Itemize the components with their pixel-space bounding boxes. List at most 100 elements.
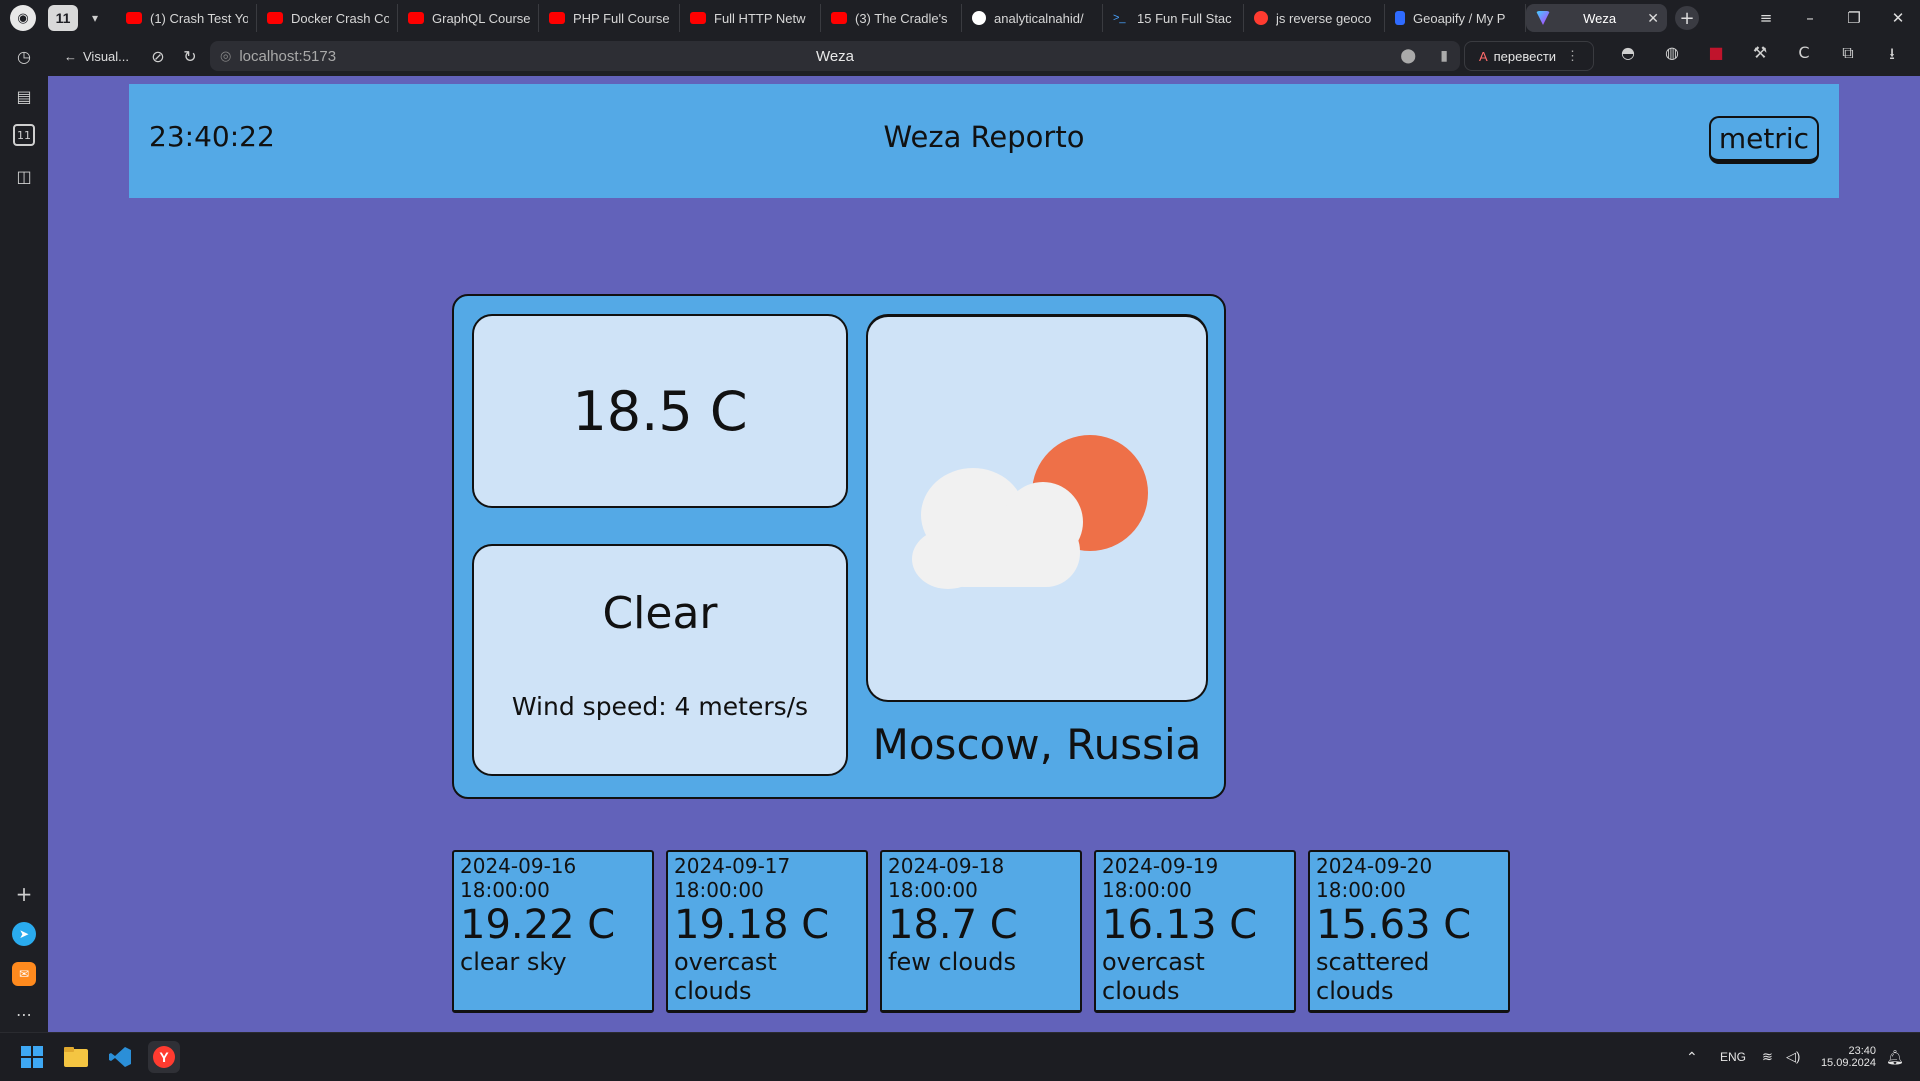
close-window-icon[interactable]: ✕ (1876, 9, 1920, 27)
weather-condition: Clear (602, 588, 718, 639)
forecast-temperature: 19.18 C (674, 902, 830, 948)
partly-cloudy-icon (912, 435, 1148, 589)
wifi-icon[interactable]: ≋ (1762, 1033, 1773, 1081)
forecast-time: 18:00:00 (674, 878, 764, 902)
mail-icon[interactable]: ✉ (12, 962, 36, 986)
browser-sidebar: ◷ ▤ 11 ◫ + ➤ ✉ ⋯ (0, 36, 48, 1032)
browser-tab[interactable]: Geoapify / My P (1385, 4, 1526, 32)
incognito-icon[interactable]: ◓ (1606, 43, 1650, 70)
os-taskbar: Y ⌃ ENG ≋ ◁) 23:40 15.09.2024 🔔︎ (0, 1032, 1920, 1081)
app-header: 23:40:22 Weza Reporto metric (129, 84, 1839, 198)
geoapify-icon (1395, 11, 1405, 25)
browser-tab-active[interactable]: Weza ✕ (1526, 4, 1667, 32)
vscode-icon[interactable] (104, 1041, 136, 1073)
more-icon[interactable]: ⋮ (1566, 48, 1579, 64)
youtube-icon (831, 12, 847, 24)
browser-tab[interactable]: (1) Crash Test Yo (116, 4, 257, 32)
youtube-icon (267, 12, 283, 24)
language-indicator[interactable]: ENG (1720, 1033, 1746, 1081)
forecast-time: 18:00:00 (1102, 878, 1192, 902)
back-button[interactable]: ← Visual... (64, 49, 142, 64)
arrow-left-icon: ← (64, 48, 77, 64)
browser-tab[interactable]: (3) The Cradle's (821, 4, 962, 32)
bookmark-icon[interactable]: ▮ (1440, 48, 1448, 64)
browser-tab[interactable]: >_ 15 Fun Full Stac (1103, 4, 1244, 32)
extension-c-icon[interactable]: C (1782, 43, 1826, 70)
condition-panel: Clear Wind speed: 4 meters/s (472, 544, 848, 776)
file-explorer-icon[interactable] (60, 1041, 92, 1073)
tools-icon[interactable]: ⚒ (1738, 43, 1782, 70)
current-weather-card: 18.5 C Clear Wind speed: 4 meters/s Mosc… (452, 294, 1226, 799)
tab-list: (1) Crash Test Yo Docker Crash Co GraphQ… (116, 0, 1667, 36)
forecast-description: clear sky (460, 948, 567, 976)
notes-icon[interactable]: ▤ (12, 84, 36, 108)
tray-chevron-icon[interactable]: ⌃ (1686, 1033, 1698, 1081)
menu-icon[interactable]: ≡ (1744, 9, 1788, 27)
browser-tab[interactable]: js reverse geoco (1244, 4, 1385, 32)
address-field[interactable]: ◎ localhost:5173 Weza ⬤ ▮ (210, 41, 1460, 71)
vite-icon (1536, 11, 1550, 25)
forecast-temperature: 16.13 C (1102, 902, 1258, 948)
terminal-icon: >_ (1113, 12, 1126, 24)
screenshot-icon[interactable]: ◫ (12, 164, 36, 188)
forecast-description: overcast clouds (1102, 948, 1205, 1005)
system-clock[interactable]: 23:40 15.09.2024 (1816, 1033, 1876, 1081)
volume-icon[interactable]: ◁) (1786, 1033, 1800, 1081)
forecast-card: 2024-09-20 18:00:00 15.63 C scattered cl… (1308, 850, 1510, 1013)
youtube-icon (549, 12, 565, 24)
youtube-icon (408, 12, 424, 24)
close-tab-icon[interactable]: ✕ (1647, 10, 1659, 27)
add-icon[interactable]: + (12, 882, 36, 906)
yandex-browser-icon[interactable]: Y (148, 1041, 180, 1073)
window-controls: ≡ – ❐ ✕ (1744, 0, 1920, 36)
yandex-icon (1254, 11, 1268, 25)
weather-icon-panel (866, 314, 1208, 702)
download-icon[interactable]: ⭳ (1870, 43, 1914, 70)
address-bar-row: ← Visual... ⊘ ↻ ◎ localhost:5173 Weza ⬤ ▮… (48, 36, 1920, 76)
more-horizontal-icon[interactable]: ⋯ (12, 1002, 36, 1026)
svg-text:Y: Y (159, 1049, 169, 1065)
forecast-date: 2024-09-20 (1316, 854, 1433, 878)
forecast-description: overcast clouds (674, 948, 777, 1005)
ublock-icon[interactable]: ■ (1694, 43, 1738, 70)
restore-icon[interactable]: ❐ (1832, 9, 1876, 27)
notification-bell-icon[interactable]: 🔔︎ (1886, 1033, 1904, 1081)
windows-start-icon[interactable] (16, 1041, 48, 1073)
new-tab-button[interactable]: + (1675, 6, 1699, 30)
forecast-temperature: 15.63 C (1316, 902, 1472, 948)
taskbar-time: 23:40 (1848, 1045, 1876, 1057)
forecast-time: 18:00:00 (888, 878, 978, 902)
collections-icon[interactable]: ⧉ (1826, 43, 1870, 70)
calendar-icon[interactable]: 11 (13, 124, 35, 146)
current-temperature: 18.5 C (472, 314, 848, 508)
extensions-bar: ◓ ◍ ■ ⚒ C ⧉ ⭳ (1606, 43, 1914, 70)
browser-tab[interactable]: Full HTTP Netw (680, 4, 821, 32)
chevron-down-icon[interactable]: ▾ (82, 5, 108, 31)
minimize-icon[interactable]: – (1788, 9, 1832, 27)
site-info-icon[interactable]: ◎ (220, 49, 231, 64)
reload-icon[interactable]: ↻ (174, 40, 206, 72)
youtube-icon (126, 12, 142, 24)
telegram-icon[interactable]: ➤ (12, 922, 36, 946)
browser-tab[interactable]: Docker Crash Co (257, 4, 398, 32)
protect-icon[interactable]: ⊘ (142, 40, 174, 72)
history-icon[interactable]: ◷ (12, 44, 36, 68)
unit-toggle-button[interactable]: metric (1708, 116, 1819, 164)
forecast-card: 2024-09-16 18:00:00 19.22 C clear sky (452, 850, 654, 1013)
browser-logo-icon[interactable]: ◉ (10, 5, 36, 31)
page-title: Weza Reporto (883, 120, 1085, 154)
forecast-date: 2024-09-19 (1102, 854, 1219, 878)
page-viewport: 23:40:22 Weza Reporto metric 18.5 C Clea… (48, 76, 1920, 1032)
tab-count-button[interactable]: 11 (48, 5, 78, 31)
location-pin-icon[interactable]: ⬤ (1400, 48, 1416, 64)
browser-tab[interactable]: GraphQL Course (398, 4, 539, 32)
translate-button[interactable]: Aперевести ⋮ (1464, 41, 1594, 71)
youtube-icon (690, 12, 706, 24)
forecast-time: 18:00:00 (1316, 878, 1406, 902)
globe-icon[interactable]: ◍ (1650, 43, 1694, 70)
browser-tab[interactable]: analyticalnahid/ (962, 4, 1103, 32)
forecast-list: 2024-09-16 18:00:00 19.22 C clear sky 20… (452, 850, 1510, 1013)
translate-icon: A (1478, 48, 1488, 64)
forecast-temperature: 19.22 C (460, 902, 616, 948)
browser-tab[interactable]: PHP Full Course (539, 4, 680, 32)
